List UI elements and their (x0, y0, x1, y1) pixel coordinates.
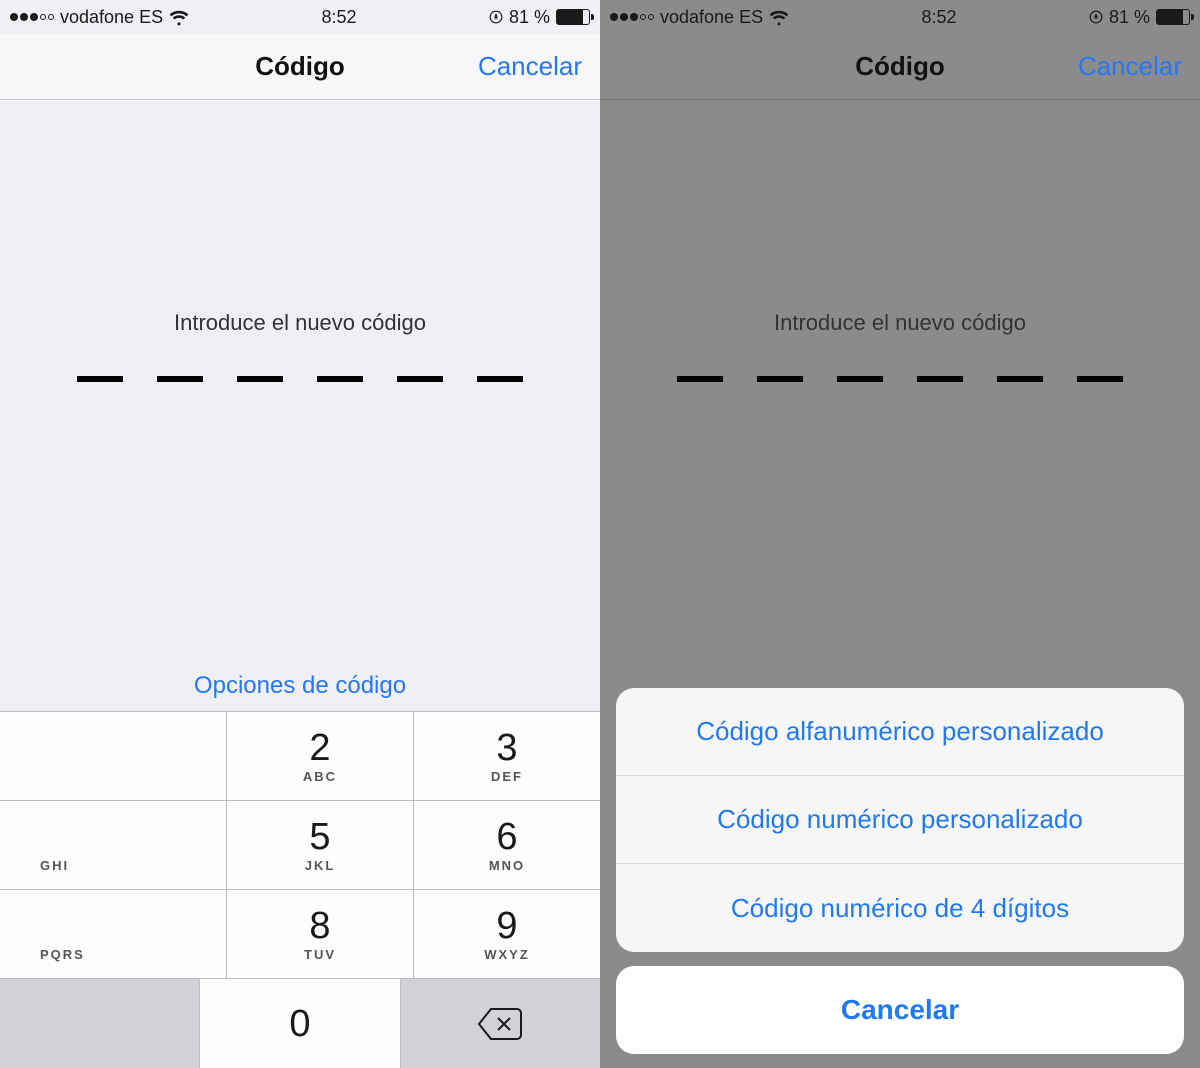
keypad-blank (0, 979, 200, 1068)
passcode-options-actionsheet: Código alfanumérico personalizado Código… (616, 688, 1184, 1054)
status-bar: vodafone ES 8:52 81 % (0, 0, 600, 34)
orientation-lock-icon (489, 10, 503, 24)
wifi-icon (769, 7, 789, 27)
passcode-field[interactable] (0, 376, 600, 382)
keypad-key-8[interactable]: 8TUV (227, 890, 414, 979)
page-title: Código (855, 51, 945, 82)
navigation-bar: Código Cancelar (600, 34, 1200, 100)
signal-strength-icon (10, 13, 54, 21)
clock-label: 8:52 (322, 7, 357, 28)
navigation-bar: Código Cancelar (0, 34, 600, 100)
clock-label: 8:52 (922, 7, 957, 28)
keypad-key-2[interactable]: 2ABC (227, 712, 414, 801)
orientation-lock-icon (1089, 10, 1103, 24)
battery-percent-label: 81 % (509, 7, 550, 28)
keypad-key-9[interactable]: 9WXYZ (414, 890, 600, 979)
keypad-key-7[interactable]: 7PQRS (0, 890, 227, 979)
numeric-keypad: 1 2ABC 3DEF 4GHI 5JKL 6MNO 7PQRS 8TUV 9W… (0, 711, 600, 1068)
option-numeric-custom[interactable]: Código numérico personalizado (616, 776, 1184, 864)
keypad-backspace[interactable] (401, 979, 600, 1068)
prompt-label: Introduce el nuevo código (0, 310, 600, 336)
passcode-prompt: Introduce el nuevo código (0, 100, 600, 382)
passcode-options-link[interactable]: Opciones de código (0, 672, 600, 700)
passcode-prompt: Introduce el nuevo código (600, 100, 1200, 382)
screen-right-passcode-options-sheet: vodafone ES 8:52 81 % Código Cancelar In… (600, 0, 1200, 1068)
battery-percent-label: 81 % (1109, 7, 1150, 28)
prompt-label: Introduce el nuevo código (600, 310, 1200, 336)
cancel-button[interactable]: Cancelar (478, 51, 582, 82)
keypad-key-0[interactable]: 0 (200, 979, 400, 1068)
keypad-key-1[interactable]: 1 (0, 712, 227, 801)
cancel-button[interactable]: Cancelar (1078, 51, 1182, 82)
carrier-label: vodafone ES (660, 7, 763, 28)
status-bar: vodafone ES 8:52 81 % (600, 0, 1200, 34)
option-numeric-4digit[interactable]: Código numérico de 4 dígitos (616, 864, 1184, 952)
signal-strength-icon (610, 13, 654, 21)
keypad-key-4[interactable]: 4GHI (0, 801, 227, 890)
screen-left-passcode-entry: vodafone ES 8:52 81 % Código Cancelar In… (0, 0, 600, 1068)
battery-icon (1156, 9, 1190, 25)
actionsheet-cancel-button[interactable]: Cancelar (616, 966, 1184, 1054)
passcode-field (600, 376, 1200, 382)
page-title: Código (255, 51, 345, 82)
keypad-key-3[interactable]: 3DEF (414, 712, 600, 801)
wifi-icon (169, 7, 189, 27)
backspace-icon (476, 1007, 524, 1041)
battery-icon (556, 9, 590, 25)
keypad-key-5[interactable]: 5JKL (227, 801, 414, 890)
carrier-label: vodafone ES (60, 7, 163, 28)
keypad-key-6[interactable]: 6MNO (414, 801, 600, 890)
option-alphanumeric-custom[interactable]: Código alfanumérico personalizado (616, 688, 1184, 776)
